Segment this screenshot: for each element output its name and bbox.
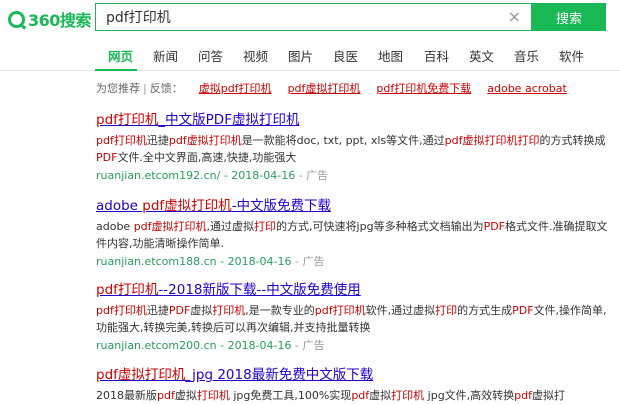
search-result: pdf打印机_中文版PDF虚拟打印机 pdf打印机迅捷pdf虚拟打印机是一款能将…: [96, 108, 616, 183]
logo-icon: [8, 10, 25, 28]
result-title-link[interactable]: pdf虚拟打印机_jpg 2018最新免费中文版下载: [96, 363, 616, 383]
clear-icon[interactable]: ×: [508, 7, 521, 27]
feedback-link[interactable]: 反馈：: [150, 82, 183, 95]
tab-english[interactable]: 英文: [469, 46, 494, 65]
nav-tabs: 网页 新闻 问答 视频 图片 良医 地图 百科 英文 音乐 软件: [0, 38, 620, 71]
tab-map[interactable]: 地图: [378, 46, 403, 65]
result-snippet: pdf打印机迅捷PDF虚拟打印机,是一款专业的pdf打印机软件,通过虚拟打印的方…: [96, 304, 607, 334]
result-title-link[interactable]: adobe pdf虚拟打印机-中文版免费下载: [96, 194, 616, 214]
suggest-link[interactable]: adobe acrobat: [487, 82, 567, 95]
result-title-link[interactable]: pdf打印机_中文版PDF虚拟打印机: [96, 108, 616, 128]
suggest-label: 为您推荐: [96, 82, 140, 95]
result-url: ruanjian.etcom192.cn/ - 2018-04-16 - 广告: [96, 169, 329, 182]
suggestion-bar: 为您推荐 | 反馈： 虚拟pdf打印机 pdf虚拟打印机 pdf打印机免费下载 adobe …: [96, 80, 567, 96]
tab-music[interactable]: 音乐: [514, 46, 539, 65]
suggest-link[interactable]: pdf打印机免费下载: [376, 82, 471, 95]
result-url: ruanjian.etcom188.cn - 2018-04-16 - 广告: [96, 255, 325, 268]
ad-label: - 广告: [295, 255, 325, 268]
ad-label: - 广告: [298, 169, 329, 182]
result-snippet: 2018最新版pdf虚拟打印机 jpg免费工具,100%实现pdf虚拟打印机 j…: [96, 389, 566, 402]
result-url: ruanjian.etcom200.cn - 2018-04-16 - 广告: [96, 339, 325, 352]
search-result: pdf打印机--2018新版下载--中文版免费使用 pdf打印机迅捷PDF虚拟打…: [96, 278, 616, 353]
search-result: pdf虚拟打印机_jpg 2018最新免费中文版下载 2018最新版pdf虚拟打…: [96, 363, 616, 404]
header: 360搜索 × 搜索: [0, 0, 620, 38]
search-box: ×: [95, 3, 532, 31]
tab-video[interactable]: 视频: [243, 46, 268, 65]
logo[interactable]: 360搜索: [8, 7, 91, 31]
logo-text: 360搜索: [28, 11, 91, 30]
search-result: adobe pdf虚拟打印机-中文版免费下载 adobe pdf虚拟打印机,通过…: [96, 194, 616, 269]
search-input[interactable]: [96, 4, 496, 30]
tab-baike[interactable]: 百科: [424, 46, 449, 65]
search-button[interactable]: 搜索: [532, 3, 606, 31]
result-snippet: adobe pdf虚拟打印机,通过虚拟打印的方式,可快速将jpg等多种格式文档输…: [96, 220, 608, 250]
ad-label: - 广告: [295, 339, 325, 352]
suggest-link[interactable]: 虚拟pdf打印机: [199, 82, 272, 95]
active-tab-indicator: [95, 69, 137, 71]
tab-qa[interactable]: 问答: [198, 46, 223, 65]
tab-images[interactable]: 图片: [288, 46, 313, 65]
tab-software[interactable]: 软件: [559, 46, 584, 65]
tab-doctor[interactable]: 良医: [333, 46, 358, 65]
suggest-separator: |: [143, 82, 147, 95]
suggest-link[interactable]: pdf虚拟打印机: [288, 82, 361, 95]
tab-web[interactable]: 网页: [108, 46, 133, 65]
tab-news[interactable]: 新闻: [153, 46, 178, 65]
result-snippet: pdf打印机迅捷pdf虚拟打印机是一款能将doc, txt, ppt, xls等…: [96, 134, 606, 164]
result-title-link[interactable]: pdf打印机--2018新版下载--中文版免费使用: [96, 278, 616, 298]
